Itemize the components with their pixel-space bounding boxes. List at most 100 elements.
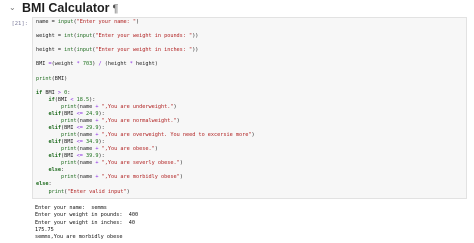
code-token: )) (192, 47, 199, 54)
code-token: input (57, 19, 74, 25)
code-token: ",You are normalweight." (101, 117, 177, 124)
code-token: ) (154, 146, 158, 153)
code-line: print(name + ",You are normalweight.") (36, 118, 255, 125)
code-line: height = int(input("Enter your weight in… (36, 47, 255, 54)
code-token: 29.9 (86, 124, 99, 131)
code-token: print (61, 132, 77, 138)
code-token: (BMI (61, 153, 77, 160)
code-token: (BMI (61, 124, 77, 131)
code-line: BMI =(weight * 703) / (height * height) (36, 61, 255, 68)
markdown-heading-cell: ⌄ BMI Calculator ¶ (0, 0, 474, 18)
code-token: 703 (82, 61, 93, 68)
code-line: print(name + ",You are overweight. You n… (36, 132, 255, 139)
code-token: elif (48, 124, 62, 131)
code-token: "Enter your weight in inches: " (95, 47, 193, 54)
code-token: input (76, 47, 93, 54)
code-line: weight = int(input("Enter your weight in… (36, 33, 255, 40)
code-token: print (61, 160, 77, 167)
code-token: name = (36, 19, 58, 25)
code-token: (name (76, 103, 96, 110)
code-line: print(name + ",You are underweight.") (36, 104, 255, 111)
heading-title: BMI Calculator ¶ (22, 1, 118, 17)
code-token: : (61, 167, 65, 174)
code-token: ): (89, 96, 96, 103)
code-line: print(name + ",You are obese.") (36, 146, 255, 153)
code-line: print("Enter valid input") (36, 189, 255, 196)
code-token: ",You are obese." (101, 146, 155, 153)
code-token: (name (76, 117, 96, 124)
code-line: if BMI > 0: (36, 90, 255, 97)
execution-count: [21]: (11, 21, 28, 27)
code-token: ): (98, 139, 105, 146)
code-editor[interactable]: name = input("Enter your name: ") weight … (32, 17, 467, 199)
code-token: : (48, 181, 52, 188)
code-token: ",You are severly obese." (101, 160, 180, 167)
output-line: Enter your name: semms (35, 205, 107, 211)
code-token: (weight (51, 61, 77, 68)
output-line: semms,You are morbidly obese (35, 234, 123, 241)
code-token: ): (98, 124, 105, 131)
code-token: (name (76, 132, 96, 138)
code-line: else: (36, 181, 255, 188)
code-token: ) (135, 19, 140, 25)
code-token: )) (192, 33, 199, 40)
code-token: 34.9 (86, 139, 99, 146)
code-token: ): (98, 110, 105, 117)
code-token: else (48, 167, 62, 174)
heading-anchor-link[interactable]: ¶ (113, 3, 119, 15)
code-token: ",You are overweight. You need to excers… (101, 132, 252, 138)
code-line: else: (36, 167, 255, 174)
code-token: (name (76, 174, 96, 181)
code-token: 24.9 (86, 110, 99, 117)
collapse-chevron-icon[interactable]: ⌄ (9, 4, 16, 12)
code-token: ",You are morbidly obese" (101, 174, 180, 181)
code-line: print(name + ",You are morbidly obese") (36, 174, 255, 181)
code-token: 18.5 (76, 96, 90, 103)
code-cell: [21]: name = input("Enter your name: ") w… (0, 17, 474, 243)
code-token: print (48, 188, 65, 195)
code-token: (name (76, 146, 96, 153)
code-token: ) (176, 117, 180, 124)
cell-output: Enter your name: semms Enter your weight … (32, 205, 467, 243)
code-token: weight = (36, 33, 65, 40)
code-token: print (61, 146, 77, 153)
code-token: print (61, 117, 77, 124)
code-line: elif(BMI <= 39.9): (36, 153, 255, 160)
code-token: else (36, 181, 49, 188)
heading-title-text: BMI Calculator (22, 1, 110, 15)
code-token: ) (179, 160, 183, 167)
code-line: if(BMI < 18.5): (36, 97, 255, 104)
code-token: ) (126, 188, 130, 195)
code-source[interactable]: name = input("Enter your name: ") weight … (36, 19, 255, 196)
code-token: (name (76, 160, 96, 167)
code-token: (height (101, 61, 130, 68)
code-token: 39.9 (86, 153, 99, 160)
code-token: (BMI (61, 139, 77, 146)
code-token: BMI (36, 61, 49, 68)
code-token: ) (251, 132, 255, 138)
code-token: (BMI) (51, 75, 68, 82)
code-token: (BMI (61, 110, 77, 117)
code-line: elif(BMI <= 24.9): (36, 111, 255, 118)
code-line: print(BMI) (36, 76, 255, 83)
code-token: height = (36, 47, 65, 54)
output-line: Enter your weight in inches: 40 (35, 219, 135, 226)
code-line: elif(BMI <= 29.9): (36, 125, 255, 132)
code-token: "Enter valid input" (67, 188, 127, 195)
